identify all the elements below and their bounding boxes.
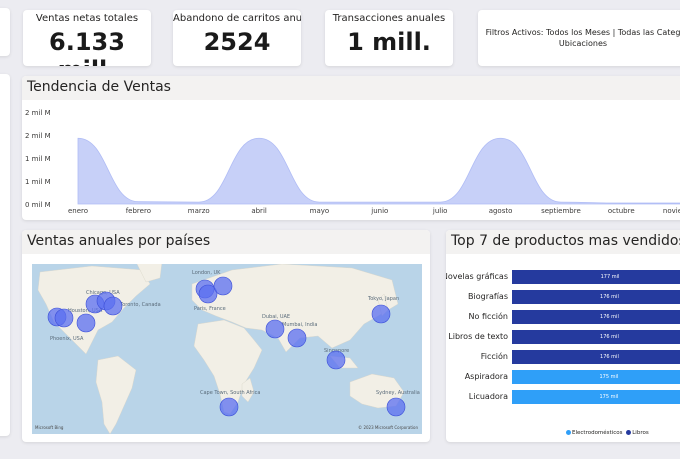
kpi-label: Transacciones anuales bbox=[332, 13, 446, 24]
y-tick-label: 2 mil M bbox=[25, 132, 51, 140]
bubble-mumbai[interactable] bbox=[287, 328, 307, 348]
city-label-paris: Paris, France bbox=[194, 306, 226, 312]
bubble-singapore[interactable] bbox=[326, 350, 346, 370]
legend-swatch-books bbox=[626, 430, 632, 435]
top-products-legend: Electrodomésticos Libros bbox=[566, 430, 649, 436]
y-tick-label: 1 mil M bbox=[25, 178, 51, 186]
kpi-card-transactions[interactable]: Transacciones anuales 1 mill. bbox=[325, 10, 453, 66]
left-rail-bottom bbox=[0, 74, 10, 436]
city-label-dubai: Dubai, UAE bbox=[262, 314, 290, 320]
sales-trend-title: Tendencia de Ventas bbox=[22, 76, 680, 100]
y-tick-label: 2 mil M bbox=[25, 109, 51, 117]
bubble-dubai[interactable] bbox=[265, 319, 285, 339]
x-tick-label: septiembre bbox=[541, 207, 581, 215]
legend-label-books: Libros bbox=[632, 430, 649, 436]
x-tick-label: abril bbox=[251, 207, 267, 215]
bar-category-label: Licuadora bbox=[468, 392, 508, 401]
bar-category-label: Novelas gráficas bbox=[446, 272, 508, 281]
sales-by-country-map[interactable]: Ventas anuales por países London, UK Par… bbox=[22, 230, 430, 442]
legend-label-appliances: Electrodomésticos bbox=[572, 430, 623, 436]
kpi-value: 1 mill. bbox=[347, 28, 431, 56]
legend-swatch-appliances bbox=[566, 430, 571, 435]
city-label-cape-town: Cape Town, South Africa bbox=[200, 390, 260, 396]
top-products-title: Top 7 de productos mas vendidos bbox=[446, 230, 680, 254]
x-tick-label: noviembre bbox=[663, 207, 680, 215]
y-tick-label: 1 mil M bbox=[25, 155, 51, 163]
bar-6[interactable]: 175 mil bbox=[512, 390, 680, 404]
x-tick-label: julio bbox=[432, 207, 448, 215]
bar-4[interactable]: 176 mil bbox=[512, 350, 680, 364]
bar-value-label: 176 mil bbox=[600, 334, 619, 340]
kpi-label: Abandono de carritos anuales bbox=[173, 13, 301, 24]
city-label-london: London, UK bbox=[192, 270, 221, 276]
bar-value-label: 176 mil bbox=[600, 314, 619, 320]
y-tick-label: 0 mil M bbox=[25, 201, 51, 209]
bar-category-label: Libros de texto bbox=[448, 332, 508, 341]
sales-trend-chart[interactable]: Tendencia de Ventas 0 mil M 1 mil M 1 mil … bbox=[22, 76, 680, 220]
bar-3[interactable]: 176 mil bbox=[512, 330, 680, 344]
bubble-sydney[interactable] bbox=[386, 397, 406, 417]
top-products-chart[interactable]: Top 7 de productos mas vendidos Novelas … bbox=[446, 230, 680, 442]
bar-category-label: No ficción bbox=[468, 312, 508, 321]
bubble-tokyo[interactable] bbox=[371, 304, 391, 324]
sales-trend-area[interactable] bbox=[77, 137, 680, 205]
left-rail-top bbox=[0, 8, 10, 56]
bar-value-label: 175 mil bbox=[599, 374, 619, 380]
active-filters-card[interactable]: Filtros Activos: Todos los Meses | Todas… bbox=[478, 10, 680, 66]
map-attribution-copyright: © 2023 Microsoft Corporation bbox=[358, 425, 418, 430]
city-label-mumbai: Mumbai, India bbox=[282, 322, 317, 328]
bar-category-label: Biografías bbox=[468, 292, 508, 301]
kpi-value: 6.133 mill. bbox=[49, 28, 125, 66]
bar-5[interactable]: 175 mil bbox=[512, 370, 680, 384]
kpi-card-net-sales[interactable]: Ventas netas totales 6.133 mill. bbox=[23, 10, 151, 66]
bar-value-label: 175 mil bbox=[599, 394, 619, 400]
bubble-toronto[interactable] bbox=[103, 296, 123, 316]
x-tick-label: marzo bbox=[188, 207, 210, 215]
bar-0[interactable]: 177 mil bbox=[512, 270, 680, 284]
map-attribution-bing: Microsoft Bing bbox=[35, 425, 64, 430]
bubble-frankfurt[interactable] bbox=[213, 276, 233, 296]
kpi-value: 2524 bbox=[203, 28, 271, 56]
city-label-toronto: Toronto, Canada bbox=[119, 302, 161, 308]
city-label-sydney: Sydney, Australia bbox=[376, 390, 420, 396]
x-tick-label: octubre bbox=[608, 207, 635, 215]
kpi-card-cart-abandonment[interactable]: Abandono de carritos anuales 2524 bbox=[173, 10, 301, 66]
bubble-houston[interactable] bbox=[76, 313, 96, 333]
city-label-tokyo: Tokyo, Japan bbox=[367, 296, 399, 302]
bubble-phoenix[interactable] bbox=[54, 308, 74, 328]
sales-trend-plot[interactable]: 0 mil M 1 mil M 1 mil M 2 mil M 2 mil M enero… bbox=[22, 100, 680, 220]
x-tick-label: febrero bbox=[126, 207, 151, 215]
world-map-svg[interactable]: London, UK Paris, France Chicago, USA To… bbox=[32, 264, 422, 434]
kpi-label: Ventas netas totales bbox=[35, 13, 139, 24]
active-filters-text: Filtros Activos: Todos los Meses | Todas… bbox=[485, 28, 680, 48]
world-map[interactable]: London, UK Paris, France Chicago, USA To… bbox=[32, 264, 422, 434]
bar-2[interactable]: 176 mil bbox=[512, 310, 680, 324]
bar-value-label: 177 mil bbox=[600, 274, 620, 280]
bar-1[interactable]: 176 mil bbox=[512, 290, 680, 304]
x-tick-label: mayo bbox=[310, 207, 330, 215]
bar-category-label: Aspiradora bbox=[464, 372, 508, 381]
x-tick-label: enero bbox=[68, 207, 88, 215]
map-title: Ventas anuales por países bbox=[22, 230, 430, 254]
bar-category-label: Ficción bbox=[480, 352, 508, 361]
bar-value-label: 176 mil bbox=[600, 354, 619, 360]
x-tick-label: agosto bbox=[489, 207, 513, 215]
bubble-cape-town[interactable] bbox=[219, 397, 239, 417]
city-label-phoenix: Phoenix, USA bbox=[50, 336, 84, 342]
x-tick-label: junio bbox=[370, 207, 388, 215]
bar-value-label: 176 mil bbox=[600, 294, 619, 300]
